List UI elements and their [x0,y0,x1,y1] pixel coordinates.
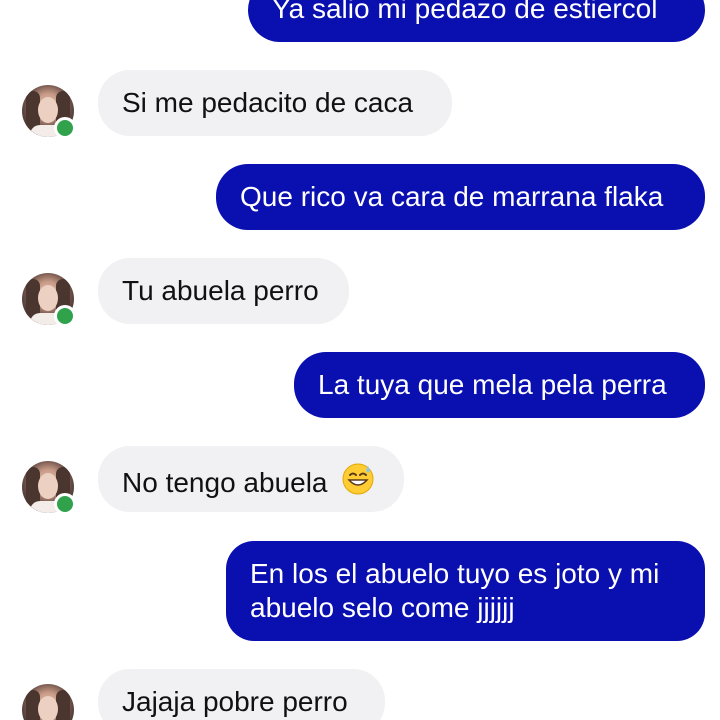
message-text: La tuya que mela pela perra [318,369,667,400]
contact-avatar[interactable] [22,684,74,720]
received-message[interactable]: Tu abuela perro [98,258,349,324]
sent-message[interactable]: En los el abuelo tuyo es joto y mi abuel… [226,541,705,641]
message-text: Tu abuela perro [122,275,319,306]
message-text: No tengo abuela [122,467,328,498]
contact-avatar[interactable] [22,85,76,139]
message-text-line-1: En los el abuelo tuyo es joto y mi [250,558,660,589]
grinning-sweat-emoji-icon [342,463,374,495]
message-text: Si me pedacito de caca [122,87,414,118]
sent-message[interactable]: Que rico va cara de marrana flaka [216,164,705,230]
message-text: Jajaja pobre perro [122,686,348,717]
contact-avatar[interactable] [22,461,76,515]
received-message[interactable]: No tengo abuela [98,446,404,512]
received-message[interactable]: Si me pedacito de caca [98,70,452,136]
online-status-dot [54,493,76,515]
online-status-dot [54,117,76,139]
sent-message[interactable]: Ya salio mi pedazo de estiercol [248,0,705,42]
chat-thread: Ya salio mi pedazo de estiercol Si me pe… [0,0,720,720]
received-message[interactable]: Jajaja pobre perro [98,669,385,720]
online-status-dot [54,305,76,327]
contact-avatar[interactable] [22,273,76,327]
message-text: Que rico va cara de marrana flaka [240,181,664,212]
avatar-photo [22,684,74,720]
message-text: Ya salio mi pedazo de estiercol [272,0,658,24]
sent-message[interactable]: La tuya que mela pela perra [294,352,705,418]
message-text-line-2: abuelo selo come jjjjjj [250,592,515,623]
